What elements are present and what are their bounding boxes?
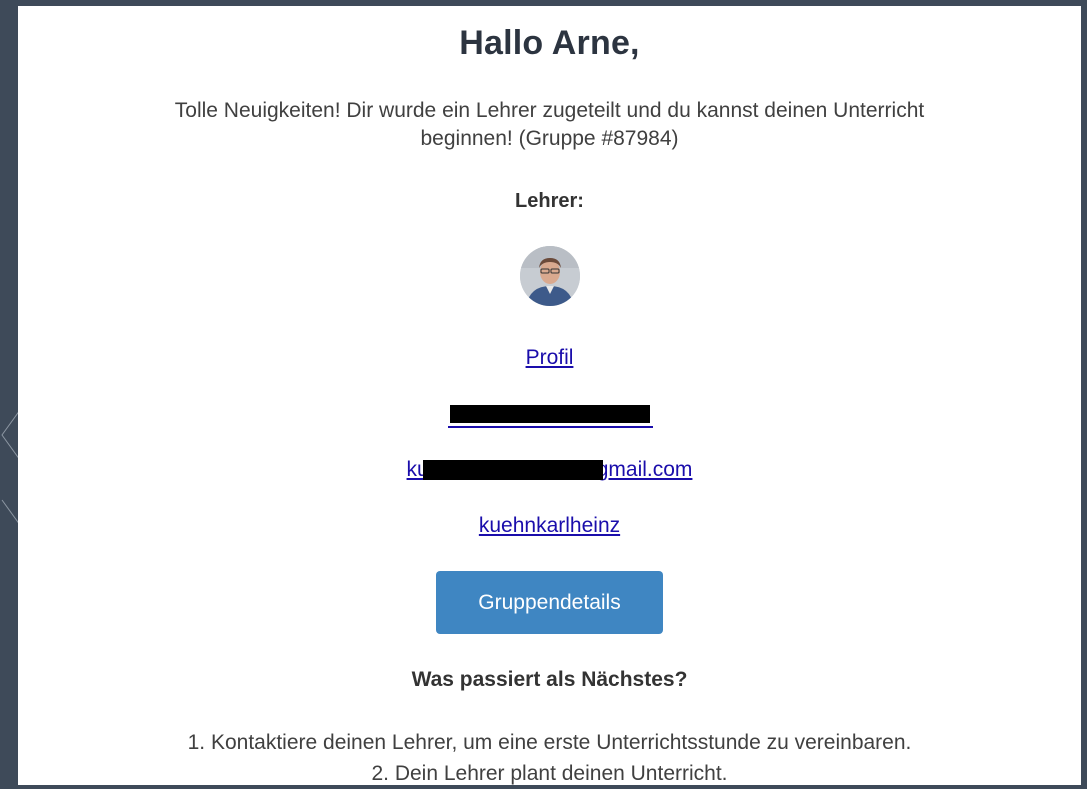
intro-line-1: Tolle Neuigkeiten! Dir wurde ein Lehrer … xyxy=(174,99,925,122)
profile-link[interactable]: Profil xyxy=(526,346,574,369)
window-background: Hallo Arne, Tolle Neuigkeiten! Dir wurde… xyxy=(0,0,1087,785)
step-item: 1. Kontaktiere deinen Lehrer, um eine er… xyxy=(187,731,912,754)
intro-text: Tolle Neuigkeiten! Dir wurde ein Lehrer … xyxy=(68,97,1031,153)
email-link[interactable]: ku gmail.com xyxy=(407,458,693,481)
background-decoration xyxy=(1,409,20,526)
intro-line-2: beginnen! (Gruppe #87984) xyxy=(420,127,679,150)
username-link-row: kuehnkarlheinz xyxy=(18,514,1081,538)
redacted-phone-link[interactable] xyxy=(449,405,650,424)
username-link[interactable]: kuehnkarlheinz xyxy=(479,514,620,537)
next-steps-heading: Was passiert als Nächstes? xyxy=(411,668,688,691)
email-suffix: gmail.com xyxy=(596,458,693,481)
step-item: 2. Dein Lehrer plant deinen Unterricht. xyxy=(371,762,728,785)
greeting-heading: Hallo Arne, xyxy=(459,24,640,62)
phone-link-underline xyxy=(448,426,653,428)
profile-link-row: Profil xyxy=(18,346,1081,370)
group-details-button[interactable]: Gruppendetails xyxy=(436,571,663,634)
phone-link-row xyxy=(18,401,1081,425)
email-link-row: ku gmail.com xyxy=(18,458,1081,482)
next-steps-list: 1. Kontaktiere deinen Lehrer, um eine er… xyxy=(18,727,1081,789)
avatar-image xyxy=(520,246,580,306)
teacher-label: Lehrer: xyxy=(515,190,584,212)
teacher-avatar[interactable] xyxy=(520,246,580,306)
email-body: Hallo Arne, Tolle Neuigkeiten! Dir wurde… xyxy=(18,6,1081,785)
email-redaction xyxy=(422,460,603,481)
